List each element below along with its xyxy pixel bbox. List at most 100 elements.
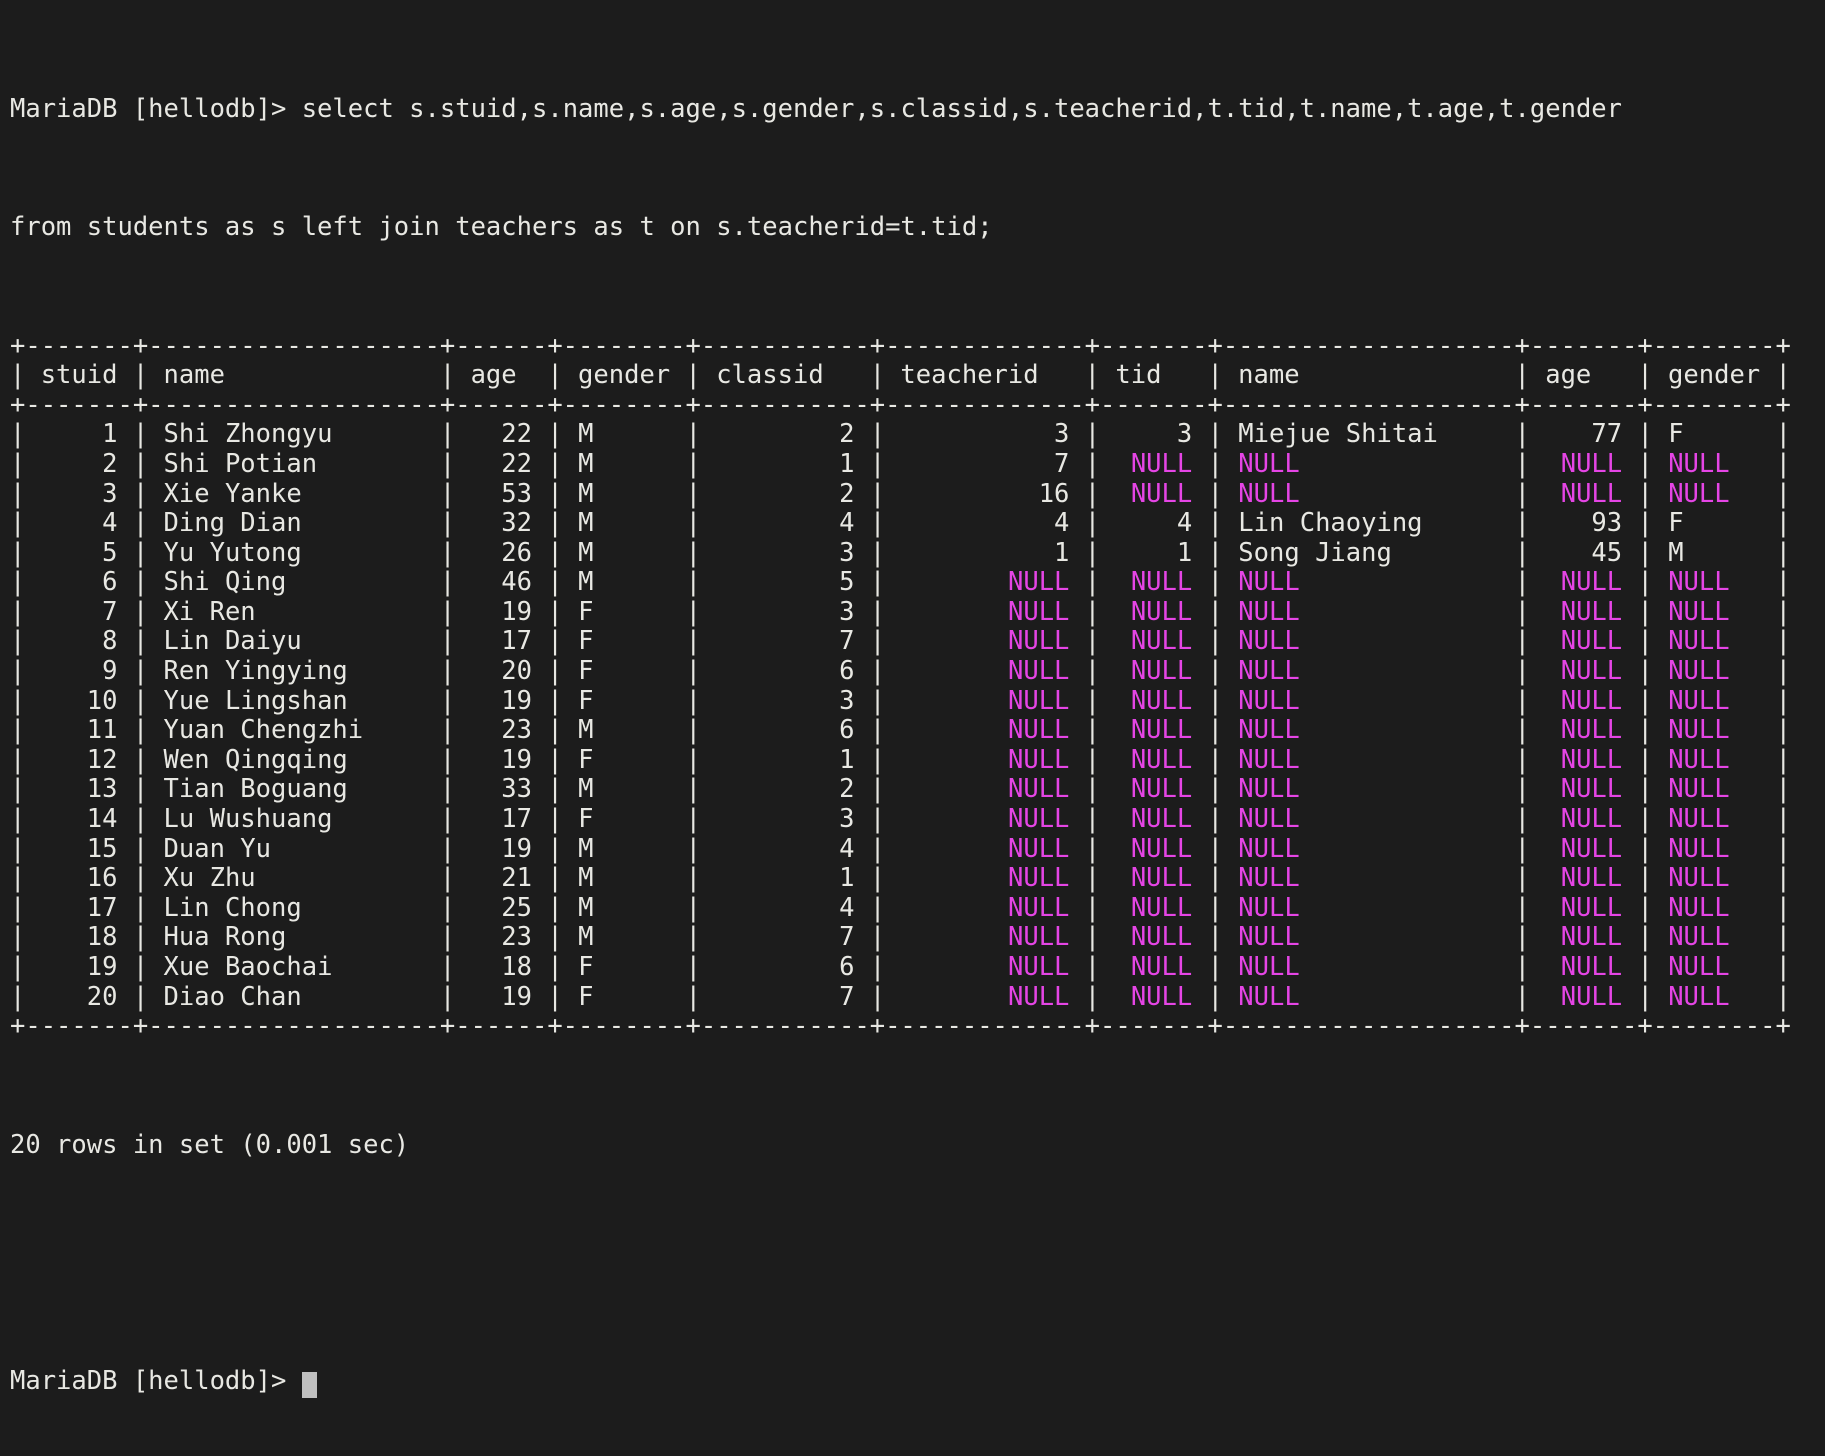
- table-cell: NULL: [1100, 656, 1208, 687]
- table-cell: 17: [455, 804, 548, 835]
- table-header-row: | stuid | name | age | gender | classid …: [10, 360, 1791, 391]
- sql-command-part-1: select s.stuid,s.name,s.age,s.gender,s.c…: [301, 93, 1623, 124]
- table-cell-divider: |: [439, 744, 456, 775]
- table-cell: NULL: [1652, 715, 1776, 746]
- table-cell-divider: |: [685, 744, 701, 775]
- table-row: | 15 | Duan Yu | 19 | M | 4 | NULL | NUL…: [10, 833, 1825, 865]
- table-cell: 19: [455, 981, 548, 1012]
- table-cell: 3: [700, 537, 870, 568]
- table-cell: NULL: [1100, 922, 1208, 953]
- table-cell: NULL: [1222, 626, 1515, 657]
- table-cell-divider: |: [1637, 419, 1653, 450]
- table-row: | 12 | Wen Qingqing | 19 | F | 1 | NULL …: [10, 744, 1825, 776]
- table-cell-divider: |: [869, 952, 886, 982]
- table-cell-divider: |: [547, 981, 563, 1012]
- table-cell-divider: |: [10, 537, 26, 568]
- table-cell-divider: |: [439, 478, 456, 509]
- table-cell: NULL: [1652, 863, 1776, 894]
- table-cell-divider: |: [132, 419, 149, 450]
- table-cell: NULL: [1530, 448, 1638, 479]
- table-row: | 3 | Xie Yanke | 53 | M | 2 | 16 | NULL…: [10, 478, 1825, 510]
- table-cell-divider: |: [1775, 508, 1792, 539]
- table-cell: 20: [455, 656, 548, 687]
- table-cell-divider: |: [1207, 922, 1223, 953]
- table-cell-divider: |: [1775, 448, 1792, 479]
- table-cell: NULL: [885, 833, 1085, 864]
- table-cell: Yu Yutong: [148, 537, 440, 568]
- table-cell-divider: |: [10, 981, 26, 1012]
- sql-command-part-2: from students as s left join teachers as…: [10, 212, 993, 243]
- table-cell-divider: |: [1084, 863, 1101, 894]
- table-cell-divider: |: [869, 419, 886, 450]
- table-cell: NULL: [1100, 863, 1208, 894]
- table-cell: NULL: [1652, 804, 1776, 835]
- table-cell: NULL: [885, 922, 1085, 953]
- result-status-line: 20 rows in set (0.001 sec): [10, 1129, 410, 1160]
- table-cell-divider: |: [1207, 981, 1223, 1012]
- table-cell-divider: |: [1084, 833, 1101, 864]
- table-cell-divider: |: [10, 478, 26, 509]
- table-cell-divider: |: [1207, 774, 1223, 805]
- table-row: | 19 | Xue Baochai | 18 | F | 6 | NULL |…: [10, 952, 1825, 983]
- table-cell-divider: |: [1637, 863, 1653, 894]
- table-cell-divider: |: [685, 804, 701, 835]
- table-cell-divider: |: [547, 833, 563, 864]
- table-cell-divider: |: [1637, 744, 1653, 775]
- table-cell-divider: |: [1637, 567, 1653, 598]
- table-cell-divider: |: [132, 981, 149, 1012]
- final-prompt-line[interactable]: MariaDB [hellodb]>: [10, 1367, 1825, 1399]
- table-cell-divider: |: [439, 863, 456, 894]
- table-row: | 2 | Shi Potian | 22 | M | 1 | 7 | NULL…: [10, 448, 1825, 480]
- terminal-screen[interactable]: MariaDB [hellodb]> select s.stuid,s.name…: [0, 0, 1825, 1399]
- table-cell: NULL: [885, 715, 1085, 746]
- table-cell: NULL: [1530, 626, 1638, 657]
- table-cell: 2: [700, 419, 870, 450]
- table-cell-divider: |: [869, 833, 886, 864]
- table-cell-divider: |: [1084, 596, 1101, 627]
- table-cell: Song Jiang: [1222, 537, 1515, 568]
- table-cell-divider: |: [685, 952, 701, 982]
- table-cell-divider: |: [869, 715, 886, 746]
- table-cell: F: [562, 596, 686, 627]
- table-cell: 21: [455, 863, 548, 894]
- table-cell-divider: |: [869, 656, 886, 687]
- table-cell-divider: |: [1084, 892, 1101, 923]
- table-cell: Hua Rong: [148, 922, 440, 953]
- table-cell: 1: [885, 537, 1085, 568]
- table-cell: 33: [455, 774, 548, 805]
- table-separator: +-------+-------------------+------+----…: [10, 389, 1791, 420]
- table-cell-divider: |: [547, 715, 563, 746]
- table-cell: 5: [25, 537, 133, 568]
- table-cell: Diao Chan: [148, 981, 440, 1012]
- table-cell-divider: |: [439, 448, 456, 479]
- table-cell: F: [562, 804, 686, 835]
- table-cell-divider: |: [1207, 863, 1223, 894]
- table-cell-divider: |: [547, 744, 563, 775]
- table-cell: F: [562, 685, 686, 716]
- table-cell: M: [562, 774, 686, 805]
- table-cell-divider: |: [869, 981, 886, 1012]
- table-cell-divider: |: [1207, 833, 1223, 864]
- table-cell-divider: |: [547, 478, 563, 509]
- table-cell-divider: |: [547, 863, 563, 894]
- table-cell-divider: |: [1775, 804, 1792, 835]
- table-cell-divider: |: [10, 744, 26, 775]
- table-cell-divider: |: [685, 685, 701, 716]
- table-cell-divider: |: [10, 685, 26, 716]
- table-cell: NULL: [1222, 567, 1515, 598]
- table-cell-divider: |: [869, 626, 886, 657]
- table-row: | 20 | Diao Chan | 19 | F | 7 | NULL | N…: [10, 981, 1825, 1013]
- table-cell-divider: |: [1637, 892, 1653, 923]
- table-cell: 2: [700, 478, 870, 509]
- table-cell: 93: [1530, 508, 1638, 539]
- table-row: | 1 | Shi Zhongyu | 22 | M | 2 | 3 | 3 |…: [10, 420, 1825, 450]
- table-cell: 9: [25, 656, 133, 687]
- table-cell-divider: |: [547, 774, 563, 805]
- table-cell: F: [562, 656, 686, 687]
- table-cell-divider: |: [1775, 774, 1792, 805]
- table-cell-divider: |: [869, 863, 886, 894]
- table-cell: M: [562, 508, 686, 539]
- table-row: | 16 | Xu Zhu | 21 | M | 1 | NULL | NULL…: [10, 863, 1825, 894]
- table-cell-divider: |: [1084, 478, 1101, 509]
- table-cell-divider: |: [1637, 774, 1653, 805]
